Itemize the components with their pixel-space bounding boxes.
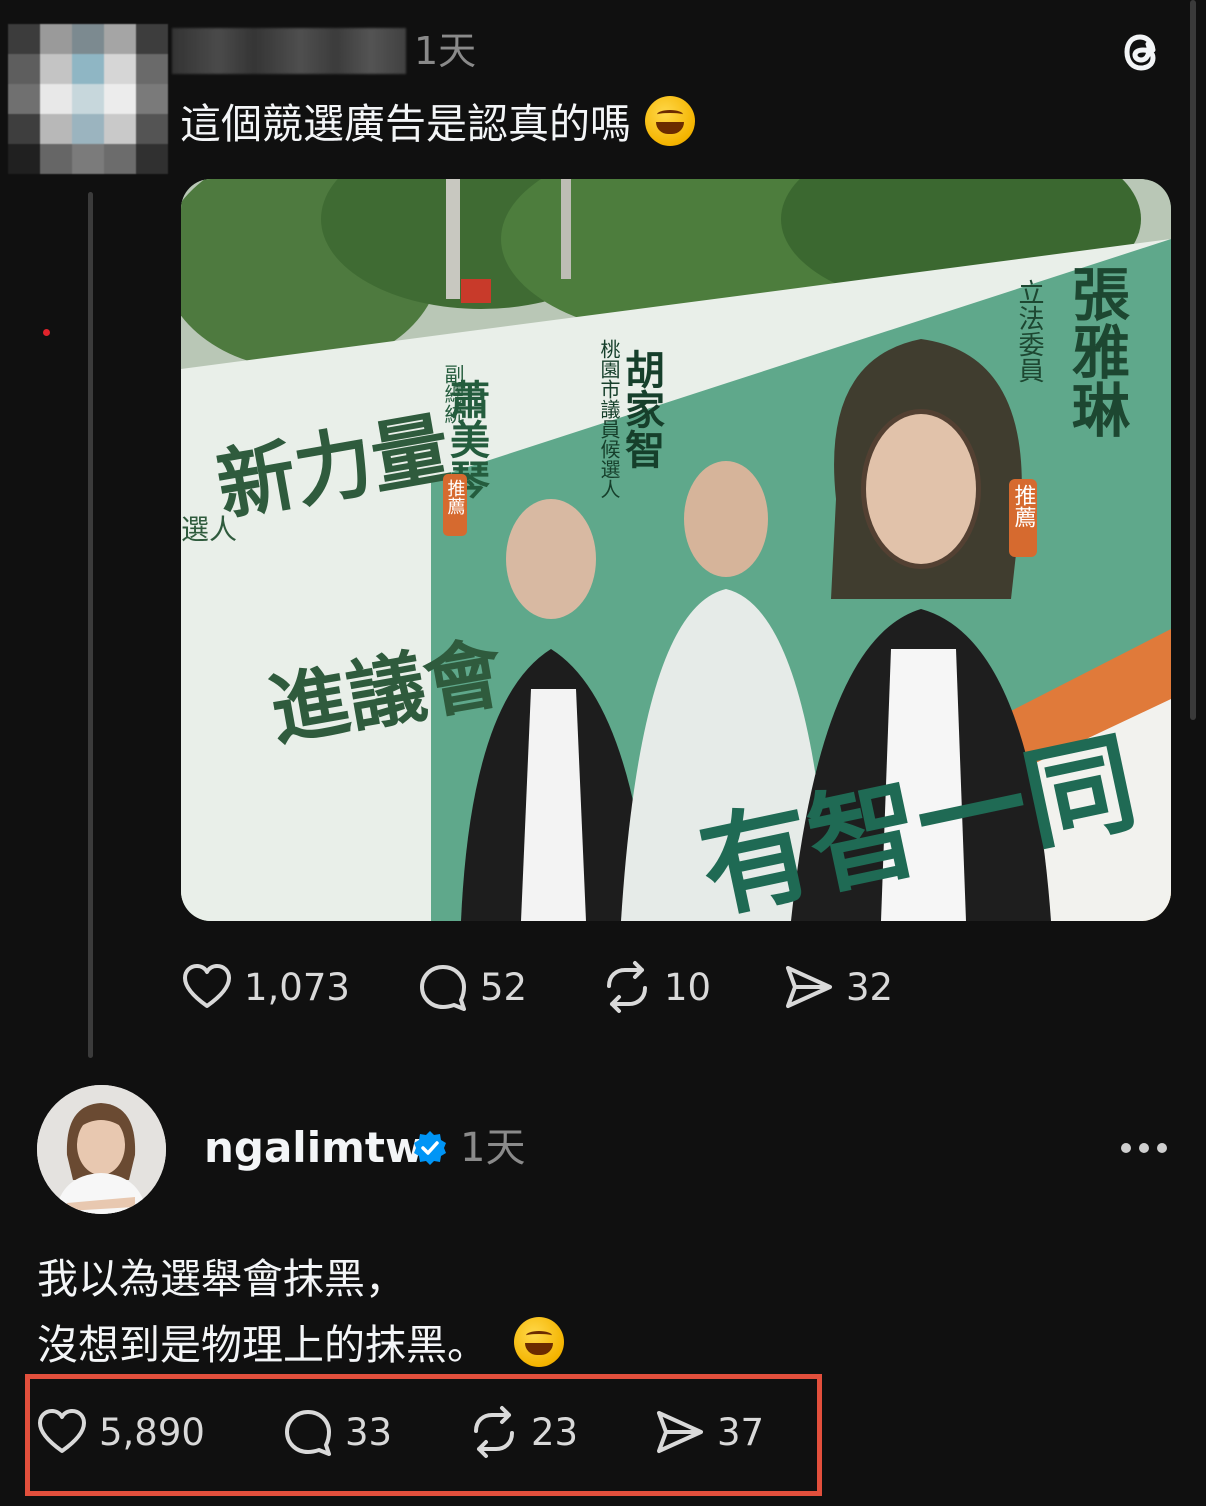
billboard-photo: 新力量 進議會 選人 蕭美琴 副總統 胡家智 桃園市議員候選人 張雅琳 立法委員… xyxy=(181,179,1171,921)
comment-button[interactable]: 52 xyxy=(416,960,527,1014)
avatar-photo xyxy=(37,1085,166,1214)
thread-connector-line xyxy=(88,192,93,1058)
more-options-icon[interactable] xyxy=(1120,1140,1168,1156)
person1-tag: 推薦 xyxy=(445,479,466,515)
repost-button[interactable]: 23 xyxy=(467,1405,578,1459)
comment-count: 33 xyxy=(345,1410,393,1454)
person3-tag: 推薦 xyxy=(1011,484,1037,528)
blurred-username[interactable] xyxy=(172,28,406,74)
rofl-emoji-icon xyxy=(645,96,695,146)
username[interactable]: ngalimtw xyxy=(204,1120,424,1176)
post-image[interactable]: 新力量 進議會 選人 蕭美琴 副總統 胡家智 桃園市議員候選人 張雅琳 立法委員… xyxy=(181,179,1171,921)
board-partial-text: 選人 xyxy=(181,513,237,546)
person1-title: 副總統 xyxy=(441,364,465,424)
post-time: 1天 xyxy=(460,1125,526,1171)
comment-count: 52 xyxy=(480,965,528,1009)
person3-name: 張雅琳 xyxy=(1062,264,1130,438)
comment-icon xyxy=(420,965,466,1011)
send-icon xyxy=(786,966,832,1008)
red-dot xyxy=(43,329,50,336)
comment-icon xyxy=(285,1410,331,1456)
person2-title: 桃園市議員候選人 xyxy=(597,339,621,499)
send-icon xyxy=(657,1411,703,1453)
share-count: 37 xyxy=(717,1410,765,1454)
blurred-avatar[interactable] xyxy=(8,24,168,174)
share-button[interactable]: 37 xyxy=(653,1405,764,1459)
post-text: 這個競選廣告是認真的嗎 xyxy=(180,92,695,156)
comment-button[interactable]: 33 xyxy=(281,1405,392,1459)
like-count: 5,890 xyxy=(99,1410,205,1454)
verified-badge-icon xyxy=(414,1131,446,1165)
post-text: 我以為選舉會抹黑， 沒想到是物理上的抹黑。 xyxy=(37,1246,564,1378)
heart-icon xyxy=(38,1409,86,1453)
scrollbar[interactable] xyxy=(1190,0,1196,720)
person3-title: 立法委員 xyxy=(1014,279,1044,383)
threads-logo-icon[interactable] xyxy=(1114,24,1170,80)
repost-icon xyxy=(607,961,647,1013)
tears-of-joy-emoji-icon xyxy=(514,1317,564,1367)
person2-name: 胡家智 xyxy=(618,349,665,469)
heart-icon xyxy=(183,964,231,1008)
like-button[interactable]: 5,890 xyxy=(35,1405,205,1459)
share-count: 32 xyxy=(846,965,894,1009)
like-button[interactable]: 1,073 xyxy=(180,960,350,1014)
repost-button[interactable]: 10 xyxy=(600,960,711,1014)
repost-count: 23 xyxy=(531,1410,579,1454)
post-time: 1天 xyxy=(414,29,477,73)
repost-icon xyxy=(474,1406,514,1458)
post-text-line-1: 我以為選舉會抹黑， xyxy=(37,1255,406,1303)
repost-count: 10 xyxy=(664,965,712,1009)
post-text-line-2: 沒想到是物理上的抹黑。 xyxy=(37,1312,564,1378)
avatar[interactable] xyxy=(37,1085,166,1214)
like-count: 1,073 xyxy=(244,965,350,1009)
share-button[interactable]: 32 xyxy=(782,960,893,1014)
